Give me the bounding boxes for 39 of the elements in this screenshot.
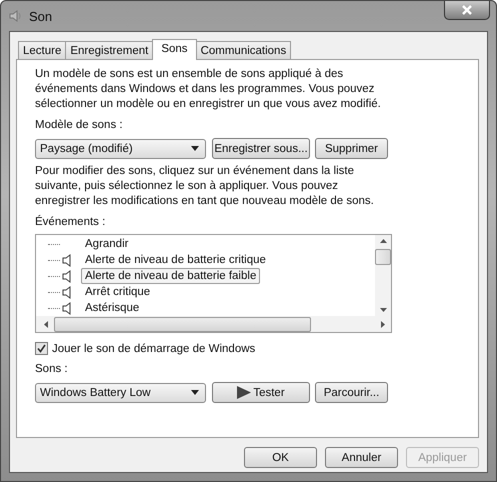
dialog-button[interactable]: OK (244, 447, 317, 468)
events-label: Événements : (35, 215, 106, 230)
tab[interactable]: Lecture (18, 41, 66, 59)
scroll-thumb[interactable] (375, 249, 391, 265)
event-item[interactable]: Astérisque (81, 300, 144, 316)
scheme-label: Modèle de sons : (35, 118, 124, 133)
horizontal-scrollbar[interactable] (36, 316, 391, 332)
dialog-button[interactable]: Annuler (325, 447, 398, 468)
vertical-scrollbar[interactable] (375, 235, 391, 316)
play-icon (237, 386, 252, 399)
tab[interactable]: Enregistrement (65, 41, 154, 59)
dropdown-arrow-icon (191, 390, 199, 395)
dropdown-arrow-icon (191, 146, 199, 151)
sound-dropdown[interactable]: Windows Battery Low (35, 382, 206, 402)
tab[interactable]: Communications (196, 41, 292, 59)
scroll-right-icon[interactable] (381, 320, 385, 328)
sound-button[interactable]: Tester (212, 382, 310, 403)
scroll-down-icon[interactable] (380, 308, 386, 312)
sound-button[interactable]: Parcourir... (315, 382, 388, 403)
event-item[interactable]: Arrêt critique (81, 284, 154, 300)
scheme-dropdown[interactable]: Paysage (modifié) (35, 138, 206, 158)
sounds-label: Sons : (35, 362, 69, 377)
scheme-button[interactable]: Enregistrer sous... (212, 138, 310, 159)
event-item[interactable]: Agrandir (81, 236, 132, 252)
instructions-text: Pour modifier des sons, cliquez sur un événement dans la liste suivante, puis sélectionnez le son à appliquer. Vous pouvez enregistrer les modifications en tant que nouveau modèle de sons. (35, 164, 375, 209)
window-title: Son (29, 8, 52, 24)
checkbox-label[interactable]: Jouer le son de démarrage de Windows (52, 342, 256, 354)
scroll-thumb[interactable] (54, 316, 311, 332)
scroll-up-icon[interactable] (380, 239, 386, 243)
event-item[interactable]: Alerte de niveau de batterie critique (81, 252, 270, 268)
close-icon (461, 5, 473, 15)
event-item[interactable]: Alerte de niveau de batterie faible (81, 268, 260, 284)
close-button[interactable] (444, 1, 490, 20)
description-text: Un modèle de sons est un ensemble de sons appliqué à des événements dans Windows et dans les programmes. Vous pouvez sélectionner un modèle ou en enregistrer un que vous avez modifié. (35, 67, 382, 112)
speaker-icon (9, 9, 23, 23)
tab[interactable]: Sons (152, 39, 197, 60)
scroll-left-icon[interactable] (44, 320, 48, 328)
scheme-button[interactable]: Supprimer (315, 138, 388, 159)
startup-checkbox[interactable] (35, 342, 48, 355)
